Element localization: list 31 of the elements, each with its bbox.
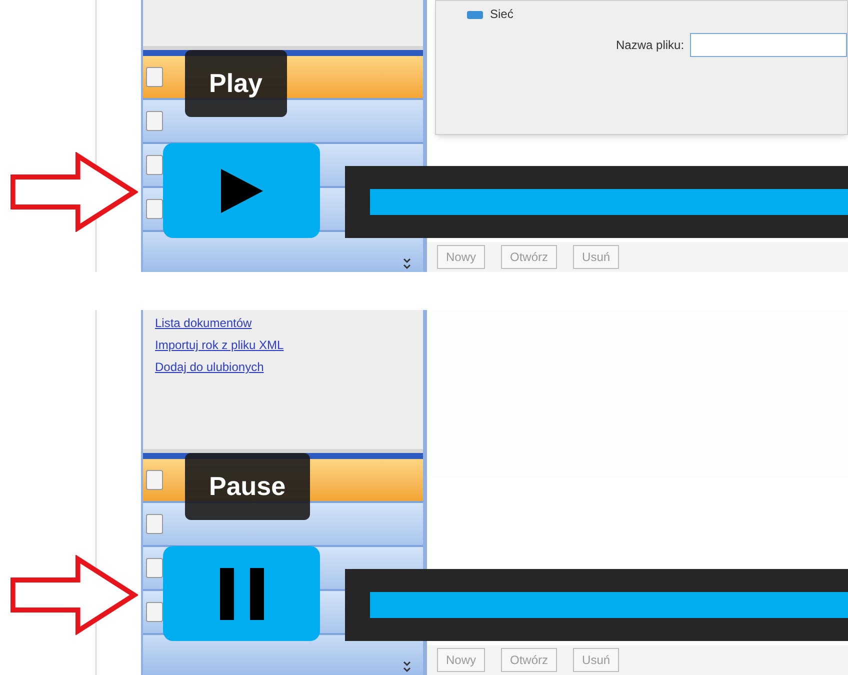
module-icon (146, 199, 162, 219)
module-icon (146, 111, 162, 131)
pause-icon (220, 568, 264, 620)
filename-field[interactable] (690, 33, 847, 57)
pause-button[interactable] (163, 546, 320, 641)
module-icon (146, 514, 162, 534)
module-icon (146, 558, 162, 578)
play-button[interactable] (163, 143, 320, 238)
tooltip: Pause (185, 453, 310, 520)
toolbar-button[interactable]: Usuń (573, 245, 620, 269)
tooltip: Play (185, 50, 286, 117)
toolbar-button[interactable]: Nowy (437, 245, 486, 269)
filename-label: Nazwa pliku: (616, 37, 684, 54)
sidebar-link[interactable]: Lista dokumentów (155, 314, 252, 332)
module-icon (146, 470, 162, 490)
chevron-down-icon (403, 661, 411, 673)
sidebar-link[interactable]: Dodaj do ulubionych (155, 358, 264, 376)
sidebar-link[interactable]: Importuj rok z pliku XML (155, 336, 284, 354)
chevron-down-icon (403, 258, 411, 270)
toolbar-button[interactable]: Nowy (437, 648, 486, 672)
module-icon (146, 155, 162, 175)
module-icon (146, 67, 162, 87)
toolbar-button[interactable]: Otwórz (501, 648, 558, 672)
play-icon (218, 166, 264, 214)
toolbar-button[interactable]: Usuń (573, 648, 620, 672)
toolbar-button[interactable]: Otwórz (501, 245, 558, 269)
progress-bar[interactable] (345, 569, 848, 641)
module-icon (146, 602, 162, 622)
network-label: Sieć (490, 6, 514, 23)
progress-bar[interactable] (345, 166, 848, 238)
network-icon (466, 8, 484, 20)
